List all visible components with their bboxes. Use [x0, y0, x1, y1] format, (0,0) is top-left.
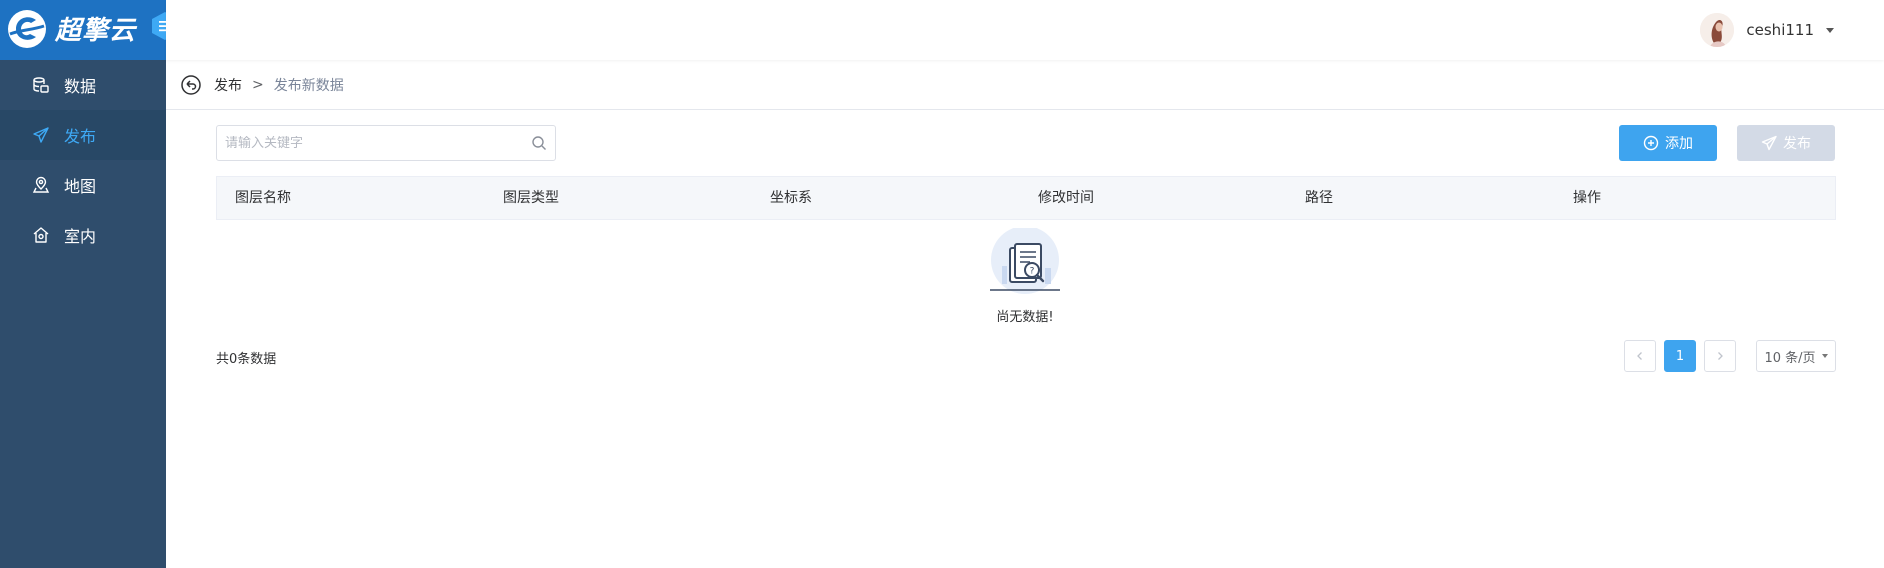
publish-button-label: 发布 — [1783, 136, 1811, 152]
next-page-button[interactable] — [1704, 340, 1736, 372]
column-header-layer-name[interactable]: 图层名称 — [235, 177, 291, 219]
indoor-icon — [32, 226, 50, 244]
svg-text:?: ? — [1030, 267, 1035, 277]
sidebar-item-data[interactable]: 数据 — [0, 60, 166, 110]
map-pin-icon — [32, 176, 50, 194]
username: ceshi111 — [1746, 21, 1814, 39]
send-icon — [1761, 135, 1777, 151]
breadcrumb-parent[interactable]: 发布 — [214, 75, 242, 95]
sidebar: 超擎云 数据 发布 地图 室内 — [0, 0, 178, 568]
chevron-right-icon — [1718, 352, 1723, 360]
column-header-actions: 操作 — [1573, 190, 1601, 206]
sidebar-item-label: 数据 — [64, 77, 97, 96]
add-button-label: 添加 — [1665, 136, 1693, 152]
sidebar-item-indoor[interactable]: 室内 — [0, 210, 166, 260]
sidebar-item-label: 地图 — [64, 177, 97, 196]
sidebar-item-label: 室内 — [64, 227, 97, 246]
empty-state: ? 尚无数据! — [990, 226, 1060, 325]
empty-text: 尚无数据! — [996, 310, 1054, 325]
user-menu[interactable]: ceshi111 — [1700, 10, 1834, 50]
sidebar-item-map[interactable]: 地图 — [0, 160, 166, 210]
page-size-label: 10 条/页 — [1764, 350, 1816, 366]
back-arrow-icon[interactable] — [180, 74, 202, 96]
add-button[interactable]: 添加 — [1619, 125, 1717, 161]
column-header-crs[interactable]: 坐标系 — [770, 177, 812, 219]
breadcrumb-separator: > — [252, 76, 264, 93]
search-box — [216, 125, 556, 161]
breadcrumb: 发布 > 发布新数据 — [166, 60, 1884, 110]
sidebar-nav: 数据 发布 地图 室内 — [0, 60, 166, 260]
brand-logo-icon — [8, 10, 46, 48]
column-header-layer-type[interactable]: 图层类型 — [503, 177, 559, 219]
sidebar-item-label: 发布 — [64, 127, 97, 146]
search-icon[interactable] — [531, 135, 547, 151]
prev-page-button[interactable] — [1624, 340, 1656, 372]
plus-circle-icon — [1643, 135, 1659, 151]
page-number-button[interactable]: 1 — [1664, 340, 1696, 372]
logo-bar: 超擎云 — [0, 0, 178, 60]
database-icon — [32, 76, 50, 94]
brand-name: 超擎云 — [55, 16, 137, 46]
breadcrumb-current: 发布新数据 — [273, 77, 344, 94]
search-input[interactable] — [225, 135, 531, 151]
sidebar-item-publish[interactable]: 发布 — [0, 110, 166, 160]
send-icon — [32, 126, 50, 144]
total-count: 共0条数据 — [216, 352, 277, 367]
table-header: 图层名称 图层类型 坐标系 修改时间 路径 操作 — [216, 176, 1836, 220]
avatar — [1700, 13, 1735, 47]
chevron-down-icon — [1821, 354, 1828, 358]
column-header-path[interactable]: 路径 — [1305, 177, 1333, 219]
chevron-down-icon — [1826, 27, 1834, 33]
chevron-left-icon — [1637, 352, 1642, 360]
page-size-select[interactable]: 10 条/页 — [1756, 340, 1836, 372]
publish-button[interactable]: 发布 — [1737, 125, 1835, 161]
no-data-icon: ? — [990, 226, 1060, 294]
column-header-modified-time[interactable]: 修改时间 — [1038, 177, 1094, 219]
top-header: ceshi111 — [166, 0, 1884, 60]
